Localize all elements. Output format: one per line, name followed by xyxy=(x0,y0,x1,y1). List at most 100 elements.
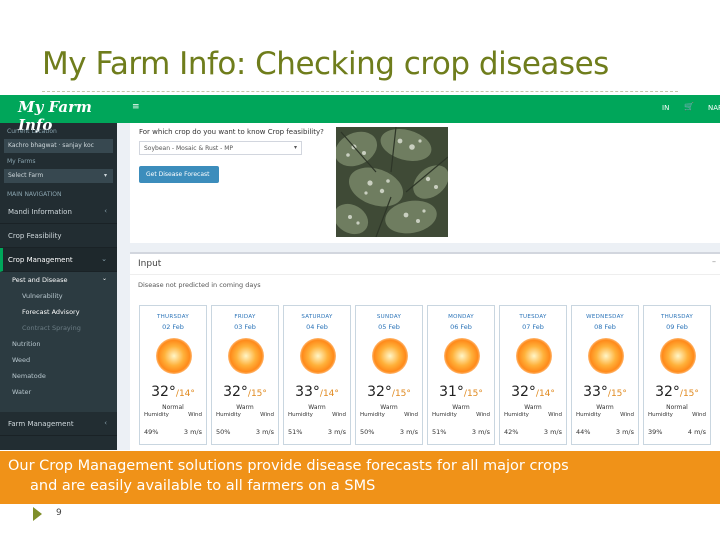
sun-icon xyxy=(372,338,408,374)
wind-value: 4 m/s xyxy=(687,428,706,436)
sidebar-item-contract-spraying[interactable]: Contract Spraying xyxy=(0,320,117,336)
caption-line-1: Our Crop Management solutions provide di… xyxy=(8,458,569,474)
condition-label: Warm xyxy=(596,404,614,411)
sidebar-item-label: Farm Management xyxy=(8,420,74,428)
temperature: 32°/14° xyxy=(500,381,566,400)
humidity-label: Humidity xyxy=(216,412,241,418)
temp-low: /14° xyxy=(535,389,555,399)
metric-headers: Humidity Wind xyxy=(144,412,202,418)
condition-label: Warm xyxy=(308,404,326,411)
farm-select[interactable]: Select Farm ▾ xyxy=(4,169,113,183)
metric-headers: Humidity Wind xyxy=(648,412,706,418)
temperature: 32°/14° xyxy=(140,381,206,400)
collapse-icon[interactable]: – xyxy=(712,257,716,266)
day-date: 02 Feb xyxy=(162,323,184,331)
temperature: 32°/15° xyxy=(212,381,278,400)
wind-label: Wind xyxy=(332,412,346,418)
sidebar-item-pest-and-disease[interactable]: Pest and Disease ⌄ xyxy=(0,272,117,288)
app-logo[interactable]: My Farm Info xyxy=(0,95,117,134)
cart-icon[interactable]: 🛒 xyxy=(684,102,694,111)
day-name: THURSDAY xyxy=(660,314,694,320)
temp-low: /15° xyxy=(247,389,267,399)
sidebar-item-weed[interactable]: Weed xyxy=(0,352,117,368)
wind-value: 3 m/s xyxy=(327,428,346,436)
weather-day-card: SUNDAY 05 Feb 32°/15° Warm Humidity Wind 50% 3 … xyxy=(355,305,423,445)
caption-line-2: and are easily available to all farmers … xyxy=(30,478,376,494)
day-name: SUNDAY xyxy=(376,314,402,320)
menu-toggle-icon[interactable]: ≡ xyxy=(132,102,140,112)
sun-icon xyxy=(516,338,552,374)
metric-values: 44% 3 m/s xyxy=(576,428,634,436)
temp-high: 33° xyxy=(583,384,608,400)
day-name: WEDNESDAY xyxy=(586,314,624,320)
sidebar-item-mandi-information[interactable]: Mandi Information ‹ xyxy=(0,200,117,224)
chevron-down-icon: ⌄ xyxy=(101,255,107,263)
sidebar-item-nematode[interactable]: Nematode xyxy=(0,368,117,384)
weather-day-card: MONDAY 06 Feb 31°/15° Warm Humidity Wind 51% 3 … xyxy=(427,305,495,445)
humidity-value: 39% xyxy=(648,428,663,436)
wind-label: Wind xyxy=(548,412,562,418)
my-farms-label: My Farms xyxy=(7,158,36,165)
sidebar-spacer xyxy=(0,400,117,412)
humidity-value: 49% xyxy=(144,428,159,436)
forecast-panel: Input – Disease not predicted in coming … xyxy=(130,252,720,450)
condition-label: Warm xyxy=(452,404,470,411)
day-name: THURSDAY xyxy=(156,314,190,320)
temp-high: 33° xyxy=(295,384,320,400)
wind-label: Wind xyxy=(404,412,418,418)
wind-label: Wind xyxy=(620,412,634,418)
temp-low: /14° xyxy=(319,389,339,399)
sun-icon xyxy=(156,338,192,374)
wind-value: 3 m/s xyxy=(399,428,418,436)
crop-select[interactable]: Soybean - Mosaic & Rust - MP ▾ xyxy=(139,141,302,155)
sun-icon xyxy=(588,338,624,374)
day-name: SATURDAY xyxy=(301,314,333,320)
app-screenshot: My Farm Info Current Location Kachro bha… xyxy=(0,95,720,450)
temperature: 31°/15° xyxy=(428,381,494,400)
humidity-value: 44% xyxy=(576,428,591,436)
metric-values: 50% 3 m/s xyxy=(216,428,274,436)
sidebar-item-crop-feasibility[interactable]: Crop Feasibility xyxy=(0,224,117,248)
condition-label: Warm xyxy=(524,404,542,411)
panel-heading: Input xyxy=(138,259,162,269)
humidity-value: 42% xyxy=(504,428,519,436)
temp-high: 32° xyxy=(367,384,392,400)
sidebar-item-label: Mandi Information xyxy=(8,208,72,216)
language-selector[interactable]: IN xyxy=(662,104,669,112)
day-date: 06 Feb xyxy=(450,323,472,331)
sidebar-item-nutrition[interactable]: Nutrition xyxy=(0,336,117,352)
temp-low: /15° xyxy=(607,389,627,399)
top-navbar: ≡ IN 🛒 NAR xyxy=(117,95,720,123)
temp-high: 31° xyxy=(439,384,464,400)
wind-label: Wind xyxy=(476,412,490,418)
humidity-value: 50% xyxy=(360,428,375,436)
metric-headers: Humidity Wind xyxy=(216,412,274,418)
sidebar-item-vulnerability[interactable]: Vulnerability xyxy=(0,288,117,304)
crop-query-panel: For which crop do you want to know Crop … xyxy=(130,123,720,243)
metric-headers: Humidity Wind xyxy=(576,412,634,418)
crop-question: For which crop do you want to know Crop … xyxy=(139,128,324,136)
location-field[interactable]: Kachro bhagwat · sanjay koc xyxy=(4,139,113,153)
user-menu[interactable]: NAR xyxy=(708,104,720,112)
sidebar-item-farm-management[interactable]: Farm Management ‹ xyxy=(0,412,117,436)
temperature: 32°/15° xyxy=(644,381,710,400)
panel-divider xyxy=(130,274,720,275)
chevron-down-icon: ▾ xyxy=(103,172,107,179)
get-disease-forecast-button[interactable]: Get Disease Forecast xyxy=(139,166,219,183)
metric-values: 51% 3 m/s xyxy=(288,428,346,436)
temp-low: /15° xyxy=(679,389,699,399)
humidity-label: Humidity xyxy=(576,412,601,418)
sidebar-item-crop-management[interactable]: Crop Management ⌄ xyxy=(0,248,117,272)
slide-title: My Farm Info: Checking crop diseases xyxy=(42,46,609,82)
disease-status-note: Disease not predicted in coming days xyxy=(138,281,261,289)
temp-high: 32° xyxy=(151,384,176,400)
wind-value: 3 m/s xyxy=(471,428,490,436)
page-number: 9 xyxy=(56,508,62,518)
wind-value: 3 m/s xyxy=(615,428,634,436)
wind-value: 3 m/s xyxy=(255,428,274,436)
sidebar-item-water[interactable]: Water xyxy=(0,384,117,400)
chevron-down-icon: ⌄ xyxy=(101,275,107,282)
humidity-value: 50% xyxy=(216,428,231,436)
metric-headers: Humidity Wind xyxy=(360,412,418,418)
sidebar-item-forecast-advisory[interactable]: Forecast Advisory xyxy=(0,304,117,320)
